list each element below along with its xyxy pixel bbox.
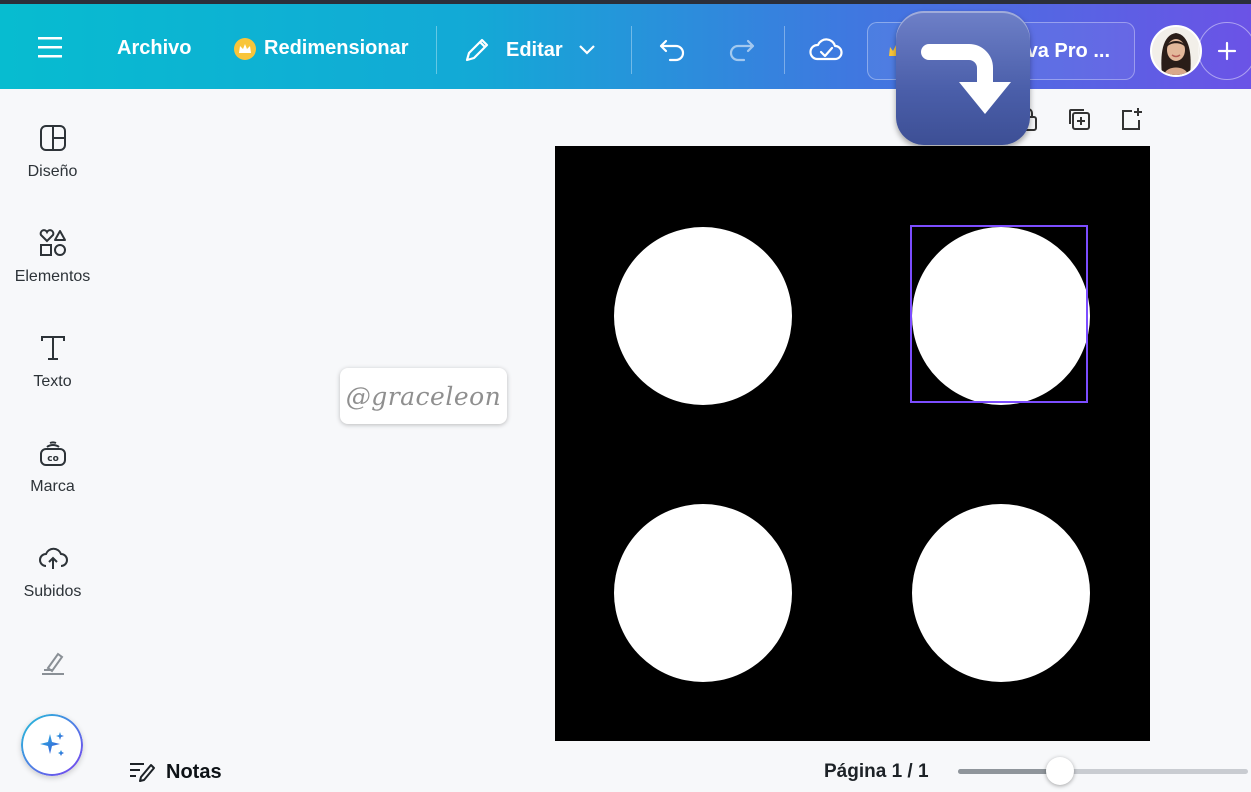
add-page-icon[interactable] <box>1118 106 1144 132</box>
magic-button[interactable] <box>21 714 83 776</box>
editar-label: Editar <box>506 38 563 61</box>
crown-icon <box>234 37 256 60</box>
svg-text:co: co <box>47 454 59 464</box>
notes-icon <box>130 763 155 782</box>
text-icon <box>40 336 65 360</box>
sparkle-icon <box>40 732 64 756</box>
notes-label: Notas <box>166 760 222 783</box>
archivo-menu[interactable]: Archivo <box>117 37 191 60</box>
separator <box>784 26 785 74</box>
watermark: @graceleon <box>340 368 507 424</box>
canva-pro-label: va Pro ... <box>1026 39 1110 62</box>
sidebar-item-draw[interactable] <box>0 648 105 688</box>
duplicate-page-icon[interactable] <box>1066 106 1092 132</box>
sidebar-item-label: Marca <box>30 478 75 495</box>
redimensionar-button[interactable]: Redimensionar <box>234 37 408 60</box>
cloud-upload-icon <box>38 547 68 569</box>
layout-icon <box>39 125 66 151</box>
sidebar-item-label: Elementos <box>14 268 91 285</box>
circle-shape[interactable] <box>912 504 1090 682</box>
pencil-icon <box>465 38 489 62</box>
separator <box>436 26 437 74</box>
circle-shape[interactable] <box>614 504 792 682</box>
chevron-down-icon <box>578 45 595 55</box>
sidebar: Diseño Elementos Texto co Marca Subidos <box>0 89 105 792</box>
undo-icon[interactable] <box>656 32 690 66</box>
sidebar-item-label: Texto <box>33 373 72 390</box>
shapes-icon <box>39 229 66 256</box>
circle-shape[interactable] <box>614 227 792 405</box>
page-tools <box>1016 106 1144 132</box>
redimensionar-label: Redimensionar <box>264 37 409 59</box>
sidebar-item-elementos[interactable]: Elementos <box>0 228 105 286</box>
cloud-check-icon[interactable] <box>808 34 844 66</box>
sidebar-item-texto[interactable]: Texto <box>0 333 105 391</box>
sidebar-item-subidos[interactable]: Subidos <box>0 543 105 601</box>
redo-icon[interactable] <box>724 32 758 66</box>
page-indicator[interactable]: Página 1 / 1 <box>824 761 929 783</box>
sidebar-item-label: Diseño <box>27 163 78 180</box>
brand-icon: co <box>39 441 66 466</box>
separator <box>631 26 632 74</box>
top-bar: Archivo Redimensionar Editar va Pro ... <box>0 0 1251 89</box>
sidebar-item-label: Subidos <box>23 583 82 600</box>
zoom-slider-thumb[interactable] <box>1045 757 1074 785</box>
hamburger-icon[interactable] <box>38 34 68 62</box>
sidebar-item-marca[interactable]: co Marca <box>0 438 105 496</box>
right-arrow-curving-down-icon <box>896 11 1030 145</box>
zoom-slider-fill <box>958 769 1060 774</box>
design-canvas[interactable] <box>555 146 1150 741</box>
draw-icon <box>41 652 64 675</box>
sidebar-item-diseno[interactable]: Diseño <box>0 123 105 181</box>
zoom-slider-track[interactable] <box>958 769 1248 774</box>
avatar[interactable] <box>1150 25 1202 77</box>
plus-icon[interactable] <box>1198 22 1251 80</box>
selection-box <box>910 225 1088 403</box>
editar-button[interactable]: Editar <box>462 35 597 65</box>
notes-button[interactable]: Notas <box>128 760 222 784</box>
